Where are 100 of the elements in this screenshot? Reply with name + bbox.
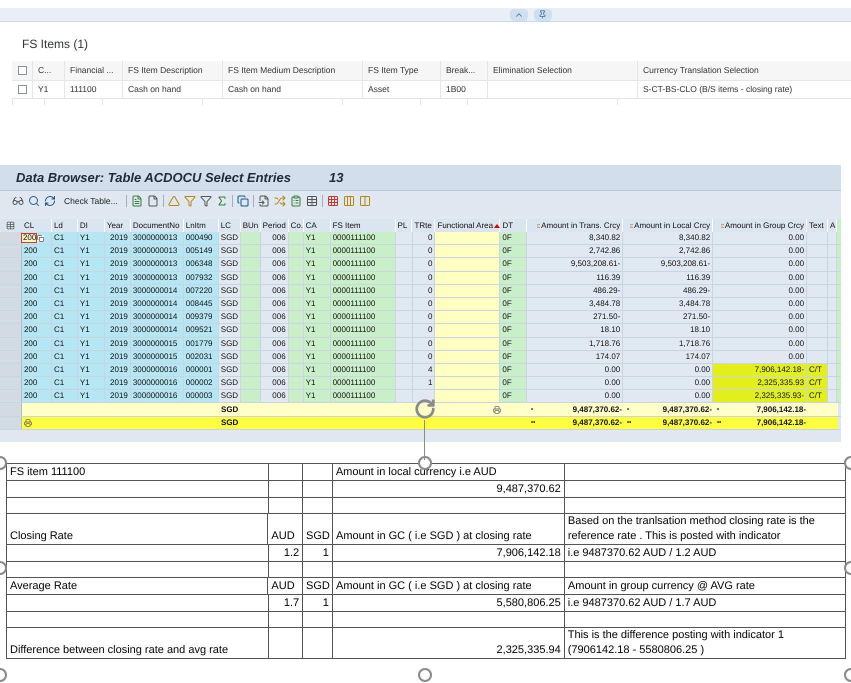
column-header[interactable]: Break... [446,64,476,77]
row-selector[interactable] [0,232,22,244]
checkbox[interactable] [18,85,26,94]
column-header[interactable]: FS Item Medium Description [228,64,336,77]
column-header[interactable]: TRte [414,222,432,230]
table-cell: 2,325,335.93 [713,377,808,390]
table-cell: 2019 [104,245,131,258]
spreadsheet-cell: Difference between closing rate and avg rate [7,628,269,658]
export-icon[interactable] [258,195,270,207]
table-cell: SGD [218,258,241,271]
resize-handle[interactable] [418,456,432,470]
window-title: Data Browser: Table ACDOCU Select Entries [16,168,291,187]
clipboard-icon[interactable] [290,195,302,207]
refresh-icon[interactable] [44,195,56,207]
column-header[interactable]: FS Item Type [368,64,418,77]
search-icon[interactable] [28,195,40,207]
table-cell: SGD [221,418,238,427]
spreadsheet-cell: AUD [268,514,304,544]
column-header[interactable]: FS Item Description [128,64,203,77]
layout-icon[interactable] [358,195,371,207]
table-cell: C1 [52,245,78,258]
table-cell: 3000000013 [130,232,184,244]
column-header[interactable]: Elimination Selection [493,64,572,77]
table-cell: Y1 [78,311,105,324]
column-header[interactable]: Functional Area [437,222,494,230]
rotate-handle-icon[interactable] [414,398,436,420]
table-cell: 0000111100 [330,324,396,336]
column-header[interactable]: FS Item [332,222,361,230]
table-cell: Y1 [304,232,331,244]
input-field[interactable]: 200 [22,234,36,242]
column-header[interactable]: Amount in Trans. Crcy [541,222,620,230]
table-cell: S-CT-BS-CLO (B/S items - closing rate) [643,83,792,96]
table-cell: 0F [500,364,528,376]
table-cell: Y1 [78,390,105,402]
column-header[interactable]: Year [106,222,124,230]
column-header[interactable]: DI [80,222,88,230]
value-help-icon[interactable] [37,234,44,242]
column-header[interactable]: CA [306,222,317,230]
spreadsheet-cell: 9,487,370.62 [332,481,565,497]
column-header[interactable]: Co. [290,222,304,230]
table-cell: 0F [500,245,528,258]
table-cell: 1B00 [446,83,466,96]
collapse-button[interactable] [510,8,528,20]
table-cell: 0F [500,338,528,350]
page-icon[interactable] [146,195,159,207]
table-cell: 2019 [104,390,131,402]
table-cell: 009521 [184,324,219,336]
table-cell: 006348 [184,258,219,271]
pin-icon [538,10,547,19]
grid-icon[interactable] [326,195,339,207]
spreadsheet-cell-text: This is the difference posting with indicator 1 (7906142.18 - 5580806.25 ) [566,628,785,658]
sort-descending-icon[interactable] [184,195,196,207]
column-header[interactable]: Currency Translation Selection [643,64,759,77]
table-cell: 0000111100 [330,298,396,310]
column-header[interactable]: CL [24,222,34,230]
column-header[interactable]: C... [38,64,52,77]
column-header[interactable]: Amount in Local Crcy [634,222,710,230]
column-header[interactable]: Period [262,222,286,230]
column-header[interactable]: Amount in Group Crcy [724,222,804,230]
sort-ascending-icon[interactable] [168,195,180,207]
table-cell: 009379 [184,311,219,324]
column-header[interactable]: DT [502,222,514,230]
table-icon[interactable] [306,195,318,207]
columns-icon[interactable] [342,195,355,207]
table-cell: 200 [22,377,52,390]
table-cell: 0000111100 [330,350,396,363]
column-header[interactable]: PL [398,222,408,230]
document-icon[interactable] [130,195,143,207]
table-cell: 3000000014 [130,298,184,310]
column-header[interactable]: Ld [54,222,63,230]
table-cell: C/T [807,390,828,402]
column-header[interactable]: DocumentNo [132,222,180,230]
table-cell: 0F [500,324,528,336]
table-cell: 3000000013 [130,258,184,271]
column-header[interactable]: Financial ... [70,64,114,77]
table-cell: 0 [412,232,436,244]
table-cell: 9,487,370.62- [572,406,622,414]
table-cell: 0000111100 [330,258,396,271]
table-cell: 3000000014 [130,284,184,297]
checkbox[interactable] [18,66,26,75]
check-table-button[interactable]: Check Table... [60,194,122,208]
column-header[interactable]: LnItm [186,222,206,230]
sum-icon[interactable] [216,195,228,207]
column-header[interactable]: Text [809,222,824,230]
table-cell: 0F [500,311,528,324]
column-header[interactable]: A [830,222,836,230]
layout-icon[interactable] [6,221,16,230]
spreadsheet-cell: 2,325,335.94 [332,628,565,658]
column-header[interactable]: BUn [242,222,258,230]
table-cell: 0 [412,311,436,324]
glasses-icon[interactable] [12,195,24,207]
pin-button[interactable] [534,8,552,20]
shuffle-icon[interactable] [274,195,286,207]
resize-handle[interactable] [418,668,432,682]
filter-icon[interactable] [200,195,212,207]
spreadsheet-cell: 5,580,806.25 [332,595,565,611]
spreadsheet-cell: 7,906,142.18 [332,545,565,561]
entry-count: 13 [329,168,344,187]
copy-icon[interactable] [236,195,249,207]
column-header[interactable]: LC [220,222,231,230]
